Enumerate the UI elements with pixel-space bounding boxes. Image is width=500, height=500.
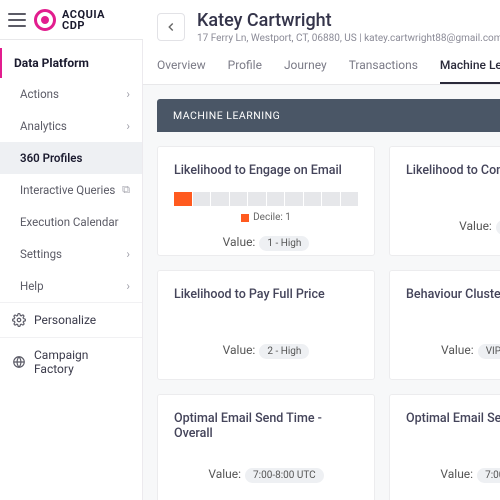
decile-cell bbox=[174, 192, 192, 206]
customer-name: Katey Cartwright bbox=[197, 10, 500, 31]
tabs: Overview Profile Journey Transactions Machin… bbox=[157, 58, 500, 84]
logo-mark-icon bbox=[34, 9, 56, 31]
tab[interactable]: Overview bbox=[157, 58, 206, 84]
decile-cell bbox=[230, 192, 248, 206]
card-title: Behaviour Cluster bbox=[406, 287, 500, 302]
value-badge: 2 - High bbox=[259, 344, 309, 359]
card-value-row: Value: Buyer bbox=[406, 219, 500, 235]
decile-cell bbox=[341, 192, 359, 206]
sidebar-extra-label: Personalize bbox=[34, 313, 96, 327]
topbar: ACQUIA CDP bbox=[0, 0, 143, 40]
ml-card: Likelihood to Pay Full Price Value:2 - Hi… bbox=[157, 270, 375, 380]
decile-chart: Decile: 1 bbox=[174, 192, 358, 223]
sidebar-extra-label: Campaign Factory bbox=[34, 348, 130, 376]
decile-cell bbox=[322, 192, 340, 206]
tab[interactable]: Profile bbox=[228, 58, 262, 84]
ml-card: Likelihood to Engage on Email Decile: 1 Va… bbox=[157, 146, 375, 256]
sidebar-item[interactable]: Analytics › bbox=[0, 110, 142, 142]
decile-bar bbox=[174, 192, 358, 206]
sidebar-item[interactable]: Execution Calendar bbox=[0, 206, 142, 238]
decile-cell bbox=[248, 192, 266, 206]
sidebar-item-label: Interactive Queries bbox=[20, 183, 115, 197]
decile-cell bbox=[211, 192, 229, 206]
card-value-row: Value: VIP Customer bbox=[406, 343, 500, 359]
external-link-icon: ⧉ bbox=[122, 183, 130, 197]
ml-card: Behaviour Cluster Value: VIP Customer bbox=[389, 270, 500, 380]
card-title: Likelihood to Convert bbox=[406, 163, 500, 178]
arrow-left-icon bbox=[164, 20, 178, 34]
main: Katey Cartwright 17 Ferry Ln, Westport, … bbox=[143, 0, 500, 500]
value-label: Value: bbox=[223, 235, 256, 249]
sidebar-item-label: Settings bbox=[20, 247, 62, 261]
sidebar: Data Platform Actions › Analytics › 360 Prof… bbox=[0, 0, 143, 500]
card-title: Optimal Email Send Time bbox=[406, 411, 500, 426]
value-label: Value: bbox=[441, 343, 474, 357]
legend-swatch-icon bbox=[241, 214, 249, 222]
globe-icon bbox=[12, 355, 26, 369]
decile-cell bbox=[193, 192, 211, 206]
sidebar-list: Actions › Analytics › 360 Profiles Interactiv… bbox=[0, 78, 142, 302]
card-title: Optimal Email Send Time - Overall bbox=[174, 411, 358, 441]
value-badge: 1 - High bbox=[259, 236, 309, 251]
tab[interactable]: Machine Learning bbox=[440, 58, 500, 84]
brand-logo[interactable]: ACQUIA CDP bbox=[34, 9, 105, 31]
chevron-right-icon: › bbox=[126, 119, 130, 133]
decile-cell bbox=[267, 192, 285, 206]
decile-legend-text: Decile: 1 bbox=[253, 212, 291, 223]
value-label: Value: bbox=[459, 219, 492, 233]
sidebar-item-label: Help bbox=[20, 279, 44, 293]
value-badge: VIP Customer bbox=[478, 344, 500, 359]
ml-card: Optimal Email Send Time Value: 7:00-8:00 U… bbox=[389, 394, 500, 500]
sidebar-item[interactable]: 360 Profiles bbox=[0, 142, 142, 174]
sidebar-item-label: Analytics bbox=[20, 119, 67, 133]
main-header: Katey Cartwright 17 Ferry Ln, Westport, … bbox=[143, 0, 500, 85]
customer-subline: 17 Ferry Ln, Westport, CT, 06880, US | k… bbox=[197, 33, 500, 44]
sidebar-extra-item[interactable]: Campaign Factory bbox=[0, 337, 142, 386]
brand-line1: ACQUIA bbox=[62, 9, 105, 20]
cards-grid: Likelihood to Engage on Email Decile: 1 Va… bbox=[143, 132, 500, 500]
menu-icon[interactable] bbox=[8, 13, 26, 27]
value-label: Value: bbox=[223, 343, 256, 357]
sidebar-item-label: Actions bbox=[20, 87, 59, 101]
sidebar-extra-item[interactable]: Personalize bbox=[0, 302, 142, 337]
card-value-row: Value: 7:00-8:00 UTC bbox=[174, 467, 358, 483]
decile-cell bbox=[285, 192, 303, 206]
sidebar-item[interactable]: Actions › bbox=[0, 78, 142, 110]
card-value-row: Value:1 - High bbox=[174, 235, 358, 251]
card-value-row: Value:2 - High bbox=[174, 343, 358, 359]
sidebar-item[interactable]: Help › bbox=[0, 270, 142, 302]
sidebar-item[interactable]: Interactive Queries ⧉ bbox=[0, 174, 142, 206]
section-band: MACHINE LEARNING bbox=[157, 99, 500, 132]
gear-icon bbox=[12, 313, 26, 327]
ml-card: Optimal Email Send Time - Overall Value: 7… bbox=[157, 394, 375, 500]
tab[interactable]: Journey bbox=[284, 58, 327, 84]
sidebar-item-label: 360 Profiles bbox=[20, 151, 82, 165]
value-label: Value: bbox=[208, 467, 241, 481]
chevron-right-icon: › bbox=[126, 87, 130, 101]
value-label: Value: bbox=[440, 467, 473, 481]
sidebar-section-header[interactable]: Data Platform bbox=[0, 48, 142, 78]
decile-cell bbox=[304, 192, 322, 206]
value-badge: 7:00-8:00 UTC bbox=[245, 468, 324, 483]
brand-line2: CDP bbox=[62, 20, 105, 31]
chevron-right-icon: › bbox=[126, 279, 130, 293]
value-badge: Buyer bbox=[496, 220, 500, 235]
back-button[interactable] bbox=[157, 13, 185, 41]
tab[interactable]: Transactions bbox=[349, 58, 418, 84]
ml-card: Likelihood to Convert Value: Buyer bbox=[389, 146, 500, 256]
value-badge: 7:00-8:00 UTC bbox=[477, 468, 500, 483]
decile-legend: Decile: 1 bbox=[241, 212, 291, 223]
card-value-row: Value: 7:00-8:00 UTC bbox=[406, 467, 500, 483]
chevron-right-icon: › bbox=[126, 247, 130, 261]
sidebar-item[interactable]: Settings › bbox=[0, 238, 142, 270]
card-title: Likelihood to Pay Full Price bbox=[174, 287, 358, 302]
sidebar-item-label: Execution Calendar bbox=[20, 215, 119, 229]
card-title: Likelihood to Engage on Email bbox=[174, 163, 358, 178]
